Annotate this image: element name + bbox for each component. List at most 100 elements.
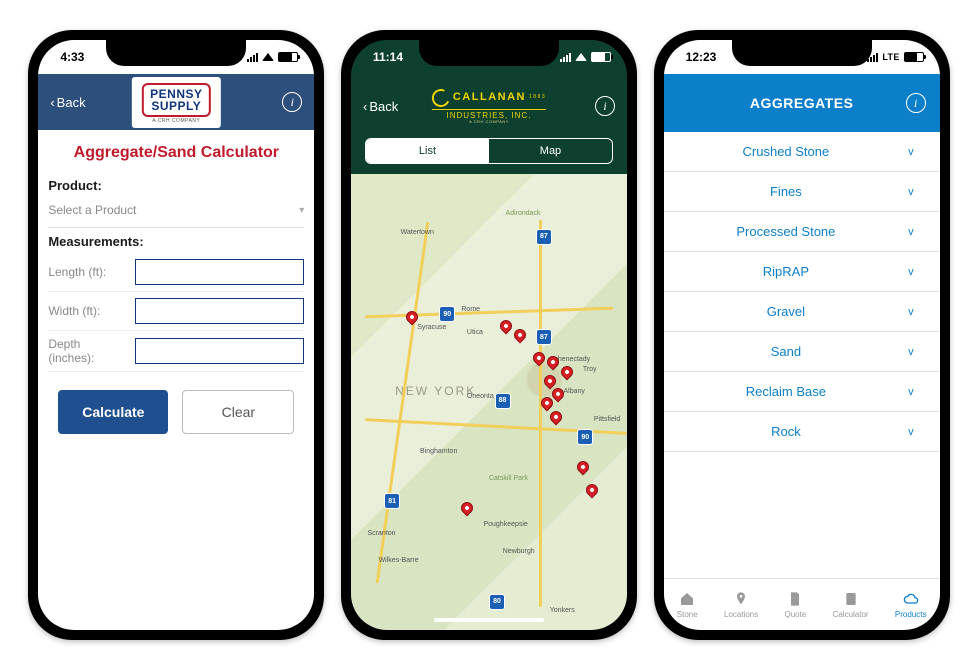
- chevron-left-icon: ‹: [363, 99, 367, 114]
- tab-bar: Stone Locations Quote Calculator Product…: [664, 578, 940, 630]
- highway-shield: 87: [536, 229, 552, 245]
- chevron-down-icon: v: [908, 386, 914, 398]
- chevron-left-icon: ‹: [50, 95, 54, 110]
- chevron-down-icon: v: [908, 186, 914, 198]
- location-pin[interactable]: [575, 459, 592, 476]
- location-map[interactable]: NEW YORK 87 87 88 90 81 80 90 Watertown …: [351, 174, 627, 630]
- back-label: Back: [369, 99, 398, 114]
- device-notch: [419, 40, 559, 66]
- products-list: Crushed Stonev Finesv Processed Stonev R…: [664, 132, 940, 578]
- city-label: Albany: [564, 388, 585, 395]
- park-label: Catskill Park: [489, 475, 528, 482]
- city-label: Poughkeepsie: [483, 521, 527, 528]
- highway-shield: 90: [577, 429, 593, 445]
- city-label: Utica: [467, 329, 483, 336]
- product-select[interactable]: Select a Product ▾: [48, 197, 304, 228]
- location-pin[interactable]: [404, 308, 421, 325]
- battery-icon: [278, 52, 298, 62]
- device-notch: [106, 40, 246, 66]
- dropdown-icon: ▾: [299, 205, 304, 216]
- map-road: [375, 221, 429, 583]
- segmented-control: List Map: [351, 138, 627, 174]
- wifi-icon: [262, 53, 274, 61]
- clear-button[interactable]: Clear: [182, 390, 294, 434]
- list-item[interactable]: Sandv: [664, 332, 940, 372]
- highway-shield: 80: [489, 594, 505, 610]
- tab-quote[interactable]: Quote: [785, 591, 807, 619]
- length-input[interactable]: [135, 259, 304, 285]
- back-button[interactable]: ‹ Back: [363, 99, 398, 114]
- list-item[interactable]: Finesv: [664, 172, 940, 212]
- list-item[interactable]: RipRAPv: [664, 252, 940, 292]
- wifi-icon: [575, 53, 587, 61]
- calculator-icon: [842, 591, 860, 607]
- back-button[interactable]: ‹ Back: [50, 95, 85, 110]
- city-label: Watertown: [401, 229, 434, 236]
- depth-input[interactable]: [135, 338, 304, 364]
- chevron-down-icon: v: [908, 346, 914, 358]
- list-item[interactable]: Crushed Stonev: [664, 132, 940, 172]
- signal-icon: [560, 52, 571, 62]
- app-header: ‹ Back PENNSYSUPPLY A CRH COMPANY i: [38, 74, 314, 130]
- list-item[interactable]: Gravelv: [664, 292, 940, 332]
- network-label: LTE: [882, 52, 899, 62]
- map-road: [539, 220, 542, 608]
- measurements-section-label: Measurements:: [48, 228, 304, 253]
- info-button[interactable]: i: [282, 92, 302, 112]
- tab-locations[interactable]: Locations: [724, 591, 758, 619]
- tab-products[interactable]: Products: [895, 591, 927, 619]
- status-time: 11:14: [373, 50, 403, 64]
- home-icon: [678, 591, 696, 607]
- back-label: Back: [57, 95, 86, 110]
- location-pin[interactable]: [558, 363, 575, 380]
- chevron-down-icon: v: [908, 306, 914, 318]
- chevron-down-icon: v: [908, 266, 914, 278]
- app-header: ‹ Back CALLANAN1883 INDUSTRIES, INC. A C…: [351, 74, 627, 138]
- chevron-down-icon: v: [908, 226, 914, 238]
- map-road: [365, 306, 613, 318]
- location-pin[interactable]: [547, 409, 564, 426]
- page-title: Aggregate/Sand Calculator: [38, 130, 314, 172]
- battery-icon: [904, 52, 924, 62]
- location-pin[interactable]: [459, 500, 476, 517]
- location-pin[interactable]: [542, 372, 559, 389]
- battery-icon: [591, 52, 611, 62]
- cloud-icon: [902, 591, 920, 607]
- chevron-down-icon: v: [908, 426, 914, 438]
- location-pin[interactable]: [531, 349, 548, 366]
- city-label: Syracuse: [417, 324, 446, 331]
- tab-stone[interactable]: Stone: [677, 591, 698, 619]
- city-label: Rome: [461, 306, 480, 313]
- city-label: Wilkes-Barre: [379, 557, 419, 564]
- status-time: 4:33: [60, 50, 84, 64]
- brand-logo: PENNSYSUPPLY A CRH COMPANY: [132, 77, 220, 128]
- location-pin[interactable]: [511, 327, 528, 344]
- info-button[interactable]: i: [595, 96, 615, 116]
- phone-frame-calculator: 4:33 ‹ Back PENNSYSUPPLY A CRH COMPANY i…: [28, 30, 324, 640]
- status-time: 12:23: [686, 50, 717, 64]
- tab-calculator[interactable]: Calculator: [833, 591, 869, 619]
- tab-map[interactable]: Map: [489, 139, 612, 163]
- info-button[interactable]: i: [906, 93, 926, 113]
- city-label: Scranton: [368, 530, 396, 537]
- calculate-button[interactable]: Calculate: [58, 390, 168, 434]
- list-item[interactable]: Reclaim Basev: [664, 372, 940, 412]
- highway-shield: 88: [495, 393, 511, 409]
- width-input[interactable]: [135, 298, 304, 324]
- location-pin[interactable]: [498, 317, 515, 334]
- chevron-down-icon: v: [908, 146, 914, 158]
- page-title: AGGREGATES: [750, 95, 854, 111]
- phone-frame-map: 11:14 ‹ Back CALLANAN1883 INDUSTRIES, IN…: [341, 30, 637, 640]
- park-label: Adirondack: [506, 210, 541, 217]
- city-label: Oneonta: [467, 393, 494, 400]
- state-label: NEW YORK: [395, 384, 476, 398]
- list-item[interactable]: Processed Stonev: [664, 212, 940, 252]
- tab-list[interactable]: List: [366, 139, 489, 163]
- list-item[interactable]: Rockv: [664, 412, 940, 452]
- location-pin[interactable]: [583, 482, 600, 499]
- city-label: Newburgh: [503, 548, 535, 555]
- depth-label: Depth (inches):: [48, 337, 127, 365]
- highway-shield: 81: [384, 493, 400, 509]
- product-section-label: Product:: [48, 172, 304, 197]
- device-notch: [732, 40, 872, 66]
